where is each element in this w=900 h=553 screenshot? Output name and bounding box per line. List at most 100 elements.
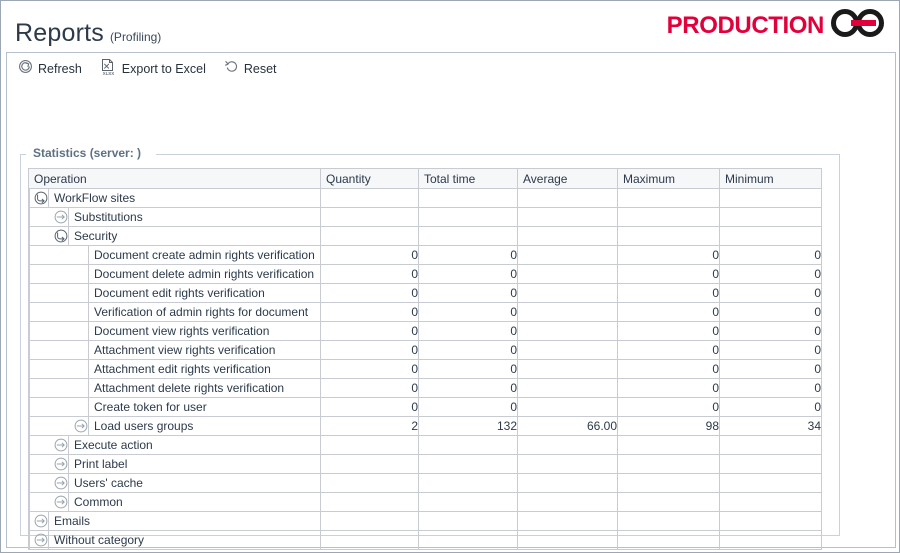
average-cell[interactable] — [517, 435, 618, 455]
total-time-cell[interactable]: 0 — [418, 397, 518, 417]
minimum-cell[interactable] — [719, 435, 822, 455]
total-time-cell[interactable] — [418, 454, 518, 474]
minimum-cell[interactable]: 0 — [719, 378, 822, 398]
operation-cell[interactable]: Document view rights verification — [28, 321, 321, 341]
column-header-average[interactable]: Average — [517, 168, 618, 189]
average-cell[interactable] — [517, 530, 618, 550]
operation-cell[interactable]: Load users groups — [28, 416, 321, 436]
average-cell[interactable] — [517, 245, 618, 265]
column-header-operation[interactable]: Operation — [28, 168, 321, 189]
table-row[interactable]: Common — [28, 492, 822, 512]
operation-cell[interactable]: Verification of admin rights for documen… — [28, 302, 321, 322]
quantity-cell[interactable]: 0 — [320, 397, 419, 417]
operation-cell[interactable]: Print label — [28, 454, 321, 474]
quantity-cell[interactable] — [320, 492, 419, 512]
operation-cell[interactable]: Common — [28, 492, 321, 512]
quantity-cell[interactable]: 0 — [320, 359, 419, 379]
quantity-cell[interactable] — [320, 226, 419, 246]
total-time-cell[interactable] — [418, 492, 518, 512]
table-row[interactable]: Attachment edit rights verification 0 0 0 0 — [28, 359, 822, 379]
maximum-cell[interactable] — [617, 473, 720, 493]
reset-button[interactable]: Reset — [222, 57, 279, 81]
total-time-cell[interactable]: 0 — [418, 264, 518, 284]
table-row[interactable]: Substitutions — [28, 207, 822, 227]
table-row[interactable]: Emails — [28, 511, 822, 531]
quantity-cell[interactable] — [320, 511, 419, 531]
refresh-button[interactable]: Refresh — [16, 57, 84, 81]
table-row[interactable]: Users' cache — [28, 473, 822, 493]
operation-cell[interactable]: Attachment delete rights verification — [28, 378, 321, 398]
average-cell[interactable] — [517, 188, 618, 208]
maximum-cell[interactable] — [617, 207, 720, 227]
minimum-cell[interactable]: 0 — [719, 245, 822, 265]
quantity-cell[interactable]: 0 — [320, 340, 419, 360]
minimum-cell[interactable]: 0 — [719, 321, 822, 341]
tree-collapse-icon[interactable] — [33, 191, 48, 206]
maximum-cell[interactable]: 0 — [617, 397, 720, 417]
maximum-cell[interactable] — [617, 454, 720, 474]
maximum-cell[interactable]: 0 — [617, 245, 720, 265]
total-time-cell[interactable] — [418, 207, 518, 227]
operation-cell[interactable]: Execute action — [28, 435, 321, 455]
maximum-cell[interactable]: 0 — [617, 340, 720, 360]
table-row[interactable]: Attachment delete rights verification 0 0 0… — [28, 378, 822, 398]
table-row[interactable]: Document edit rights verification 0 0 0 0 — [28, 283, 822, 303]
operation-cell[interactable]: Attachment edit rights verification — [28, 359, 321, 379]
operation-cell[interactable]: Create token for user — [28, 397, 321, 417]
maximum-cell[interactable]: 98 — [617, 416, 720, 436]
average-cell[interactable] — [517, 264, 618, 284]
minimum-cell[interactable]: 0 — [719, 359, 822, 379]
table-row[interactable]: Attachment view rights verification 0 0 0 0 — [28, 340, 822, 360]
quantity-cell[interactable] — [320, 530, 419, 550]
quantity-cell[interactable] — [320, 188, 419, 208]
tree-expand-icon[interactable] — [33, 514, 48, 529]
column-header-minimum[interactable]: Minimum — [719, 168, 822, 189]
total-time-cell[interactable]: 0 — [418, 378, 518, 398]
average-cell[interactable] — [517, 397, 618, 417]
table-row[interactable]: Verification of admin rights for documen… — [28, 302, 822, 322]
average-cell[interactable] — [517, 454, 618, 474]
minimum-cell[interactable] — [719, 530, 822, 550]
column-header-maximum[interactable]: Maximum — [617, 168, 720, 189]
operation-cell[interactable]: Without category — [28, 530, 321, 550]
total-time-cell[interactable]: 0 — [418, 302, 518, 322]
table-row[interactable]: Document create admin rights verificatio… — [28, 245, 822, 265]
tree-expand-icon[interactable] — [53, 457, 68, 472]
quantity-cell[interactable] — [320, 454, 419, 474]
column-header-total-time[interactable]: Total time — [418, 168, 518, 189]
average-cell[interactable] — [517, 340, 618, 360]
tree-expand-icon[interactable] — [73, 419, 88, 434]
minimum-cell[interactable] — [719, 188, 822, 208]
column-header-quantity[interactable]: Quantity — [320, 168, 419, 189]
minimum-cell[interactable] — [719, 473, 822, 493]
operation-cell[interactable]: WorkFlow sites — [28, 188, 321, 208]
minimum-cell[interactable] — [719, 226, 822, 246]
minimum-cell[interactable]: 0 — [719, 397, 822, 417]
maximum-cell[interactable]: 0 — [617, 378, 720, 398]
quantity-cell[interactable] — [320, 207, 419, 227]
maximum-cell[interactable] — [617, 435, 720, 455]
total-time-cell[interactable]: 0 — [418, 245, 518, 265]
total-time-cell[interactable] — [418, 435, 518, 455]
average-cell[interactable] — [517, 473, 618, 493]
maximum-cell[interactable]: 0 — [617, 302, 720, 322]
minimum-cell[interactable] — [719, 454, 822, 474]
operation-cell[interactable]: Security — [28, 226, 321, 246]
operation-cell[interactable]: Substitutions — [28, 207, 321, 227]
maximum-cell[interactable] — [617, 492, 720, 512]
average-cell[interactable] — [517, 226, 618, 246]
total-time-cell[interactable]: 0 — [418, 359, 518, 379]
operation-cell[interactable]: Document create admin rights verificatio… — [28, 245, 321, 265]
maximum-cell[interactable] — [617, 188, 720, 208]
tree-expand-icon[interactable] — [53, 476, 68, 491]
average-cell[interactable] — [517, 283, 618, 303]
total-time-cell[interactable]: 132 — [418, 416, 518, 436]
table-row[interactable]: Document delete admin rights verificatio… — [28, 264, 822, 284]
maximum-cell[interactable]: 0 — [617, 283, 720, 303]
total-time-cell[interactable] — [418, 226, 518, 246]
table-row[interactable]: Document view rights verification 0 0 0 0 — [28, 321, 822, 341]
maximum-cell[interactable] — [617, 511, 720, 531]
minimum-cell[interactable]: 0 — [719, 264, 822, 284]
average-cell[interactable] — [517, 378, 618, 398]
average-cell[interactable] — [517, 302, 618, 322]
